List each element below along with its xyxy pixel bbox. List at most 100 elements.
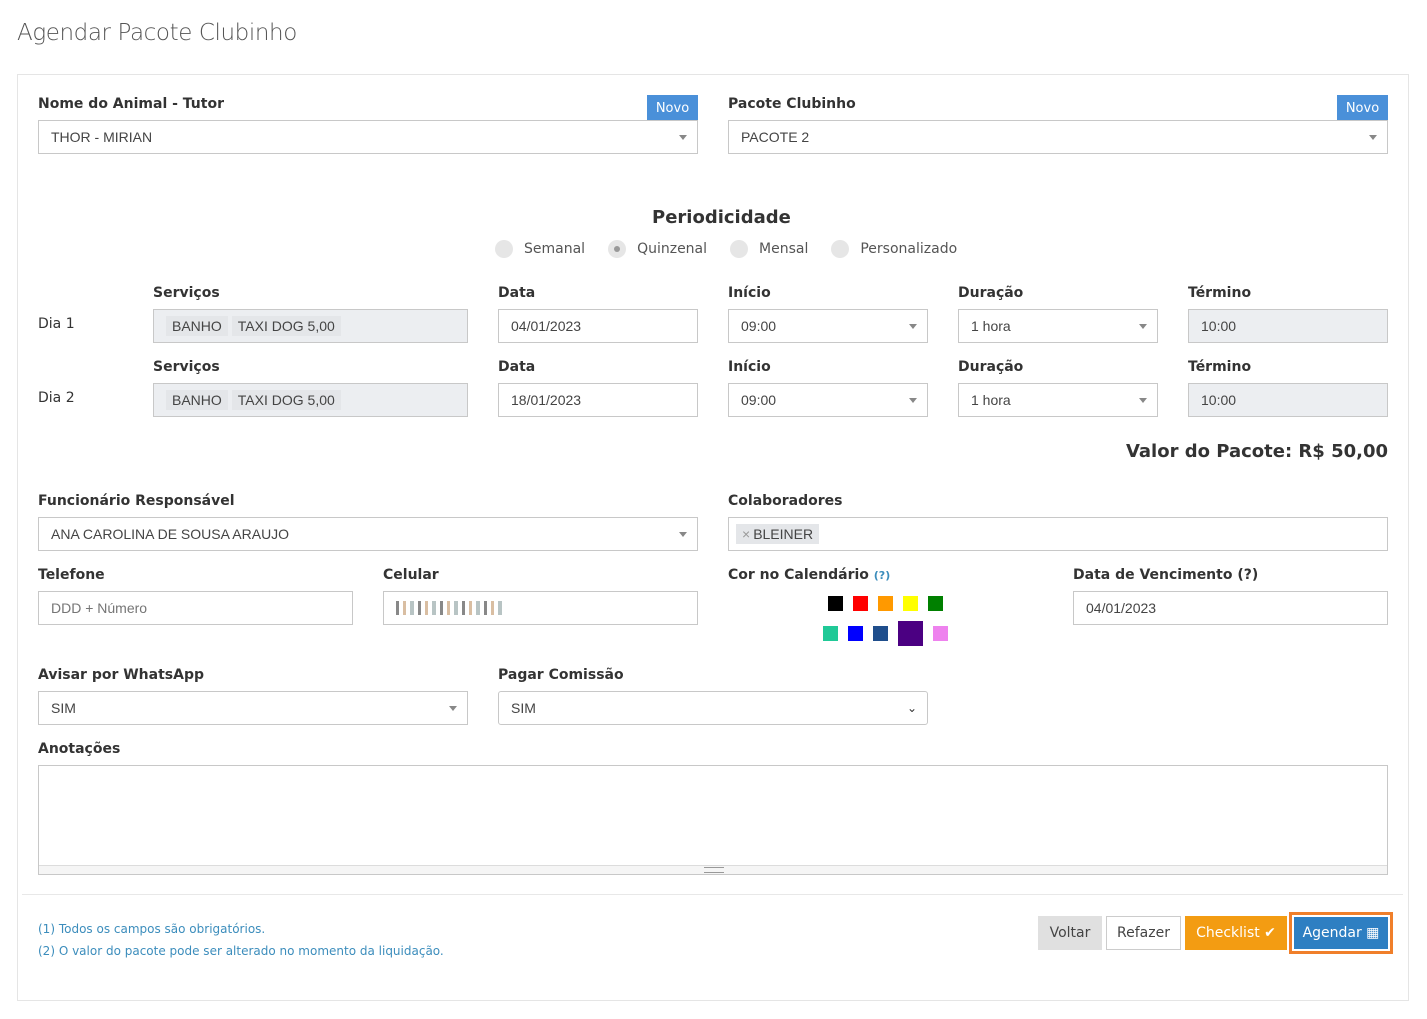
radio-semanal[interactable]: [495, 240, 513, 258]
valor-pacote: Valor do Pacote: R$ 50,00: [1125, 441, 1388, 462]
comissao-label: Pagar Comissão: [498, 667, 624, 683]
inicio-select-dia-2[interactable]: 09:00: [728, 383, 928, 417]
duracao-select-dia-1[interactable]: 1 hora: [958, 309, 1158, 343]
checklist-button[interactable]: Checklist ✔: [1185, 916, 1287, 950]
radio-mensal[interactable]: [730, 240, 749, 258]
termino-value: 10:00: [1201, 318, 1237, 334]
caret-down-icon: [909, 324, 917, 329]
duracao-header: Duração: [958, 285, 1024, 301]
servicos-header: Serviços: [153, 285, 220, 301]
colaborador-tag: × BLEINER: [736, 524, 820, 544]
servicos-field-dia-1: BANHO TAXI DOG 5,00: [153, 309, 468, 343]
servico-tag: BANHO: [166, 316, 228, 336]
color-swatch[interactable]: [848, 626, 863, 641]
termino-header: Término: [1188, 285, 1252, 301]
page-title: Agendar Pacote Clubinho: [17, 20, 297, 46]
caret-down-icon: [449, 706, 457, 711]
radio-label-personalizado: Personalizado: [860, 241, 958, 257]
vencimento-value: 04/01/2023: [1086, 600, 1157, 616]
inicio-header: Início: [728, 359, 771, 375]
caret-down-icon: [909, 398, 917, 403]
color-swatch[interactable]: [878, 596, 893, 611]
caret-down-icon: [1369, 135, 1377, 140]
duracao-value: 1 hora: [971, 318, 1011, 334]
data-header: Data: [498, 359, 536, 375]
data-value: 18/01/2023: [511, 392, 582, 408]
color-swatch-selected[interactable]: [898, 621, 923, 646]
comissao-value: SIM: [511, 700, 536, 716]
grip-icon: [704, 867, 724, 873]
colaboradores-multiselect[interactable]: × BLEINER: [728, 517, 1388, 551]
cor-label: Cor no Calendário (?): [728, 567, 890, 583]
servico-tag: BANHO: [166, 390, 228, 410]
celular-input[interactable]: [383, 591, 698, 625]
inicio-value: 09:00: [741, 392, 777, 408]
periodicidade-title: Periodicidade: [652, 207, 791, 228]
dia-2-label: Dia 2: [38, 390, 75, 406]
agendar-button[interactable]: Agendar ▦: [1294, 917, 1388, 949]
color-swatch[interactable]: [873, 626, 888, 641]
termino-header: Término: [1188, 359, 1252, 375]
colaborador-tag-label: BLEINER: [753, 526, 814, 542]
vencimento-input[interactable]: 04/01/2023: [1073, 591, 1388, 625]
caret-down-icon: [679, 135, 687, 140]
data-header: Data: [498, 285, 536, 301]
anotacoes-textarea[interactable]: [38, 765, 1388, 875]
data-input-dia-1[interactable]: 04/01/2023: [498, 309, 698, 343]
funcionario-label: Funcionário Responsável: [38, 493, 235, 509]
help-icon[interactable]: (?): [874, 569, 890, 582]
termino-value: 10:00: [1201, 392, 1237, 408]
animal-select[interactable]: THOR - MIRIAN: [38, 120, 698, 154]
refazer-button[interactable]: Refazer: [1106, 916, 1181, 950]
pacote-select[interactable]: PACOTE 2: [728, 120, 1388, 154]
servicos-field-dia-2: BANHO TAXI DOG 5,00: [153, 383, 468, 417]
telefone-label: Telefone: [38, 567, 105, 583]
whatsapp-value: SIM: [51, 700, 76, 716]
whatsapp-label: Avisar por WhatsApp: [38, 667, 204, 683]
color-swatch[interactable]: [823, 626, 838, 641]
caret-down-icon: [1139, 324, 1147, 329]
note-2: (2) O valor do pacote pode ser alterado …: [38, 944, 444, 958]
radio-quinzenal[interactable]: [608, 240, 627, 258]
remove-tag-icon[interactable]: ×: [742, 526, 750, 542]
colaboradores-label: Colaboradores: [728, 493, 843, 509]
color-swatch[interactable]: [903, 596, 918, 611]
caret-down-icon: [1139, 398, 1147, 403]
vencimento-label: Data de Vencimento (?): [1073, 567, 1259, 583]
telefone-input[interactable]: [38, 591, 353, 625]
animal-select-value: THOR - MIRIAN: [51, 129, 153, 145]
color-swatch[interactable]: [828, 596, 843, 611]
data-input-dia-2[interactable]: 18/01/2023: [498, 383, 698, 417]
duracao-select-dia-2[interactable]: 1 hora: [958, 383, 1158, 417]
pacote-select-value: PACOTE 2: [741, 129, 810, 145]
funcionario-select[interactable]: ANA CAROLINA DE SOUSA ARAUJO: [38, 517, 698, 551]
radio-label-quinzenal: Quinzenal: [637, 241, 708, 257]
color-swatch[interactable]: [853, 596, 868, 611]
duracao-header: Duração: [958, 359, 1024, 375]
voltar-button[interactable]: Voltar: [1038, 916, 1102, 950]
caret-down-icon: [679, 532, 687, 537]
funcionario-value: ANA CAROLINA DE SOUSA ARAUJO: [51, 526, 290, 542]
periodicidade-radio-group: Semanal Quinzenal Mensal Personalizado: [495, 239, 980, 259]
anotacoes-label: Anotações: [38, 741, 121, 757]
radio-personalizado[interactable]: [831, 240, 850, 258]
pacote-label: Pacote Clubinho: [728, 96, 856, 112]
chevron-down-icon: ⌄: [906, 701, 917, 715]
novo-animal-button[interactable]: Novo: [647, 95, 698, 121]
novo-pacote-button[interactable]: Novo: [1337, 95, 1388, 121]
color-swatch[interactable]: [933, 626, 948, 641]
duracao-value: 1 hora: [971, 392, 1011, 408]
dia-1-label: Dia 1: [38, 316, 75, 332]
servico-tag: TAXI DOG 5,00: [231, 316, 341, 336]
footer-divider: [22, 894, 1403, 895]
inicio-select-dia-1[interactable]: 09:00: [728, 309, 928, 343]
color-swatch[interactable]: [928, 596, 943, 611]
radio-label-mensal: Mensal: [759, 241, 809, 257]
inicio-header: Início: [728, 285, 771, 301]
animal-label: Nome do Animal - Tutor: [38, 96, 224, 112]
comissao-select[interactable]: SIM ⌄: [498, 691, 928, 725]
resize-handle[interactable]: [39, 865, 1387, 874]
data-value: 04/01/2023: [511, 318, 582, 334]
inicio-value: 09:00: [741, 318, 777, 334]
whatsapp-select[interactable]: SIM: [38, 691, 468, 725]
